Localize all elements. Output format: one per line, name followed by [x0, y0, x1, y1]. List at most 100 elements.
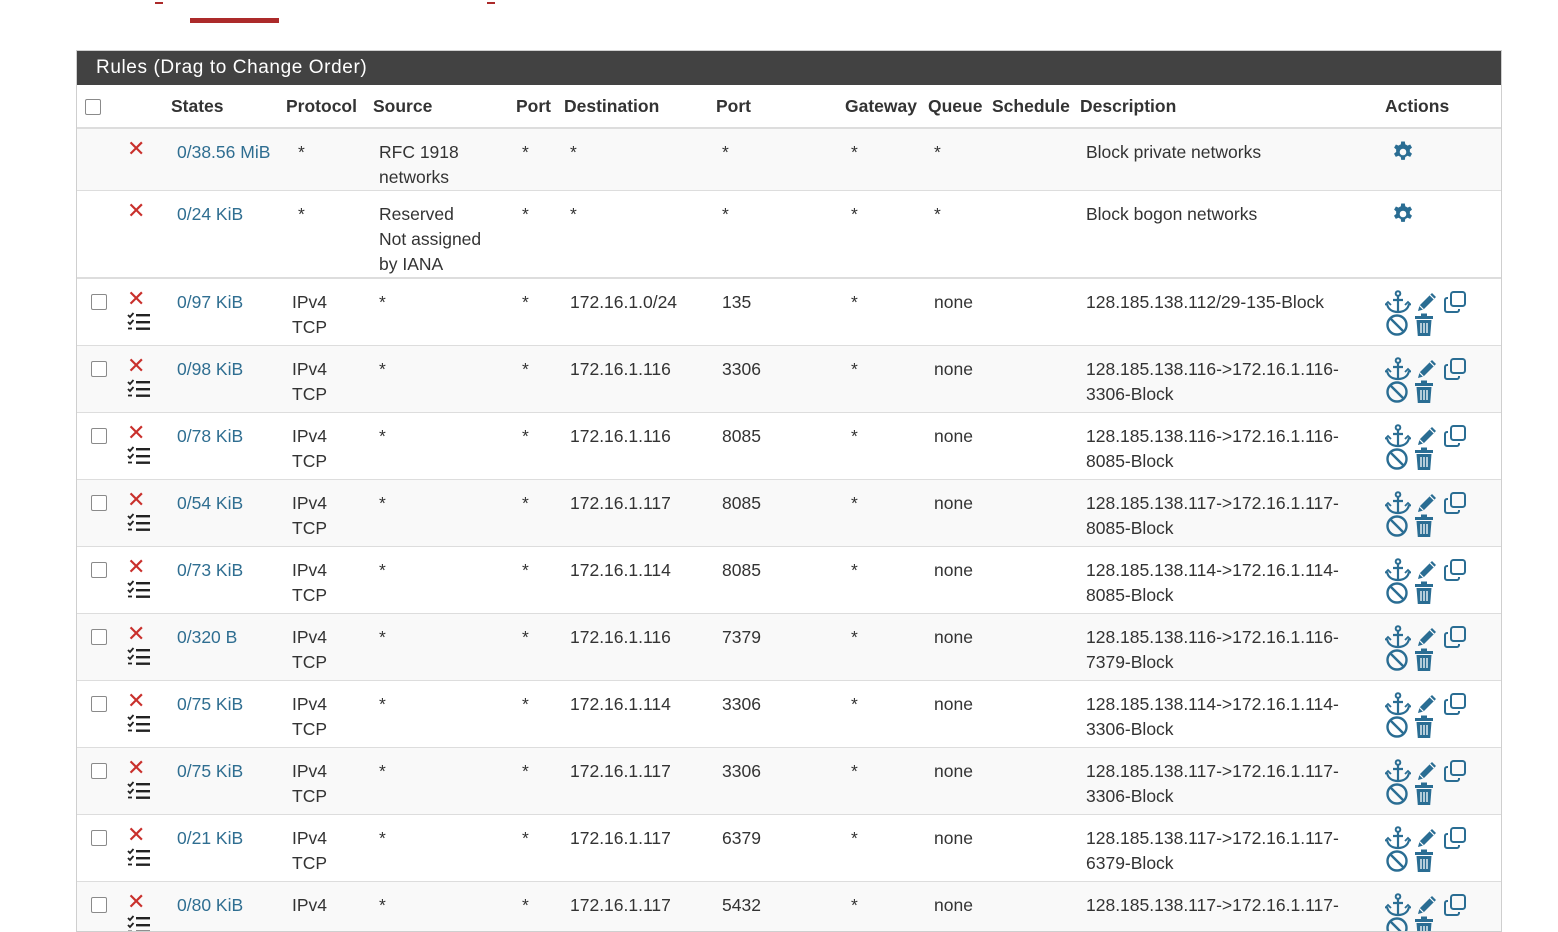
- ban-icon[interactable]: [1385, 380, 1409, 404]
- rule-checkbox[interactable]: [91, 897, 107, 913]
- trash-icon[interactable]: [1413, 849, 1435, 873]
- pencil-icon[interactable]: [1415, 558, 1439, 582]
- anchor-icon[interactable]: [1385, 759, 1411, 783]
- trash-icon[interactable]: [1413, 581, 1435, 605]
- trash-icon[interactable]: [1413, 782, 1435, 806]
- dest-port-cell: 6379: [716, 815, 845, 882]
- rule-checkbox[interactable]: [91, 294, 107, 310]
- anchor-icon[interactable]: [1385, 357, 1411, 381]
- ban-icon[interactable]: [1385, 447, 1409, 471]
- dest-port-value: 8085: [716, 560, 761, 580]
- pencil-icon[interactable]: [1415, 357, 1439, 381]
- gateway-cell: *: [845, 278, 928, 346]
- rule-checkbox[interactable]: [91, 763, 107, 779]
- gear-icon[interactable]: [1391, 210, 1415, 230]
- queue-value: none: [928, 627, 973, 647]
- rule-checkbox[interactable]: [91, 629, 107, 645]
- states-link[interactable]: 0/80 KiB: [171, 895, 243, 915]
- copy-icon[interactable]: [1443, 625, 1467, 649]
- ban-icon[interactable]: [1385, 782, 1409, 806]
- select-all-checkbox[interactable]: [85, 99, 101, 115]
- table-row[interactable]: ✕ 0/54 KiB IPv4 TCP * * 172.16.1.117 808…: [77, 480, 1501, 547]
- gear-icon[interactable]: [1391, 148, 1415, 168]
- table-row[interactable]: ✕ 0/73 KiB IPv4 TCP * * 172.16.1.114 808…: [77, 547, 1501, 614]
- copy-icon[interactable]: [1443, 759, 1467, 783]
- status-icons-cell: ✕: [119, 547, 171, 614]
- copy-icon[interactable]: [1443, 826, 1467, 850]
- source-port-value: *: [516, 694, 529, 714]
- protocol-cell: IPv4 TCP: [286, 547, 373, 614]
- states-link[interactable]: 0/75 KiB: [171, 694, 243, 714]
- table-row[interactable]: ✕ 0/21 KiB IPv4 TCP * * 172.16.1.117 637…: [77, 815, 1501, 882]
- table-row[interactable]: ✕ 0/98 KiB IPv4 TCP * * 172.16.1.116 330…: [77, 346, 1501, 413]
- copy-icon[interactable]: [1443, 424, 1467, 448]
- states-link[interactable]: 0/54 KiB: [171, 493, 243, 513]
- trash-icon[interactable]: [1413, 715, 1435, 739]
- source-port-cell: *: [516, 191, 564, 279]
- table-row[interactable]: ✕ 0/75 KiB IPv4 TCP * * 172.16.1.114 330…: [77, 681, 1501, 748]
- destination-value: 172.16.1.116: [564, 359, 671, 379]
- states-link[interactable]: 0/38.56 MiB: [171, 142, 270, 162]
- trash-icon[interactable]: [1413, 380, 1435, 404]
- anchor-icon[interactable]: [1385, 625, 1411, 649]
- tab-fragment-right[interactable]: [487, 0, 495, 4]
- table-row[interactable]: ✕ 0/320 B IPv4 TCP * * 172.16.1.116 7379…: [77, 614, 1501, 681]
- rule-checkbox[interactable]: [91, 696, 107, 712]
- copy-icon[interactable]: [1443, 692, 1467, 716]
- anchor-icon[interactable]: [1385, 893, 1411, 917]
- states-link[interactable]: 0/24 KiB: [171, 204, 243, 224]
- copy-icon[interactable]: [1443, 558, 1467, 582]
- table-row[interactable]: ✕ 0/80 KiB IPv4 * * 172.16.1.117 5432 * …: [77, 882, 1501, 932]
- checkbox-cell: [77, 128, 119, 191]
- ban-icon[interactable]: [1385, 514, 1409, 538]
- ban-icon[interactable]: [1385, 581, 1409, 605]
- copy-icon[interactable]: [1443, 893, 1467, 917]
- pencil-icon[interactable]: [1415, 290, 1439, 314]
- rule-checkbox[interactable]: [91, 830, 107, 846]
- pencil-icon[interactable]: [1415, 893, 1439, 917]
- anchor-icon[interactable]: [1385, 692, 1411, 716]
- pencil-icon[interactable]: [1415, 424, 1439, 448]
- gateway-cell: *: [845, 748, 928, 815]
- states-link[interactable]: 0/98 KiB: [171, 359, 243, 379]
- table-row[interactable]: ✕ 0/78 KiB IPv4 TCP * * 172.16.1.116 808…: [77, 413, 1501, 480]
- table-row[interactable]: ✕ 0/97 KiB IPv4 TCP * * 172.16.1.0/24 13…: [77, 278, 1501, 346]
- copy-icon[interactable]: [1443, 290, 1467, 314]
- pencil-icon[interactable]: [1415, 692, 1439, 716]
- anchor-icon[interactable]: [1385, 424, 1411, 448]
- trash-icon[interactable]: [1413, 648, 1435, 672]
- table-row[interactable]: ✕ 0/75 KiB IPv4 TCP * * 172.16.1.117 330…: [77, 748, 1501, 815]
- pencil-icon[interactable]: [1415, 759, 1439, 783]
- trash-icon[interactable]: [1413, 916, 1435, 932]
- rule-checkbox[interactable]: [91, 495, 107, 511]
- anchor-icon[interactable]: [1385, 491, 1411, 515]
- trash-icon[interactable]: [1413, 447, 1435, 471]
- anchor-icon[interactable]: [1385, 290, 1411, 314]
- description-line: 128.185.138.116->172.16.1.116-: [1080, 357, 1385, 382]
- rule-checkbox[interactable]: [91, 428, 107, 444]
- pencil-icon[interactable]: [1415, 826, 1439, 850]
- states-link[interactable]: 0/320 B: [171, 627, 237, 647]
- ban-icon[interactable]: [1385, 849, 1409, 873]
- states-link[interactable]: 0/21 KiB: [171, 828, 243, 848]
- copy-icon[interactable]: [1443, 491, 1467, 515]
- states-link[interactable]: 0/97 KiB: [171, 292, 243, 312]
- rule-checkbox[interactable]: [91, 562, 107, 578]
- ban-icon[interactable]: [1385, 313, 1409, 337]
- ban-icon[interactable]: [1385, 715, 1409, 739]
- anchor-icon[interactable]: [1385, 826, 1411, 850]
- states-link[interactable]: 0/78 KiB: [171, 426, 243, 446]
- anchor-icon[interactable]: [1385, 558, 1411, 582]
- pencil-icon[interactable]: [1415, 491, 1439, 515]
- trash-icon[interactable]: [1413, 313, 1435, 337]
- ban-icon[interactable]: [1385, 648, 1409, 672]
- tab-fragment-left[interactable]: [155, 0, 163, 4]
- states-link[interactable]: 0/75 KiB: [171, 761, 243, 781]
- ban-icon[interactable]: [1385, 916, 1409, 932]
- copy-icon[interactable]: [1443, 357, 1467, 381]
- rule-checkbox[interactable]: [91, 361, 107, 377]
- states-link[interactable]: 0/73 KiB: [171, 560, 243, 580]
- schedule-cell: [992, 278, 1080, 346]
- trash-icon[interactable]: [1413, 514, 1435, 538]
- pencil-icon[interactable]: [1415, 625, 1439, 649]
